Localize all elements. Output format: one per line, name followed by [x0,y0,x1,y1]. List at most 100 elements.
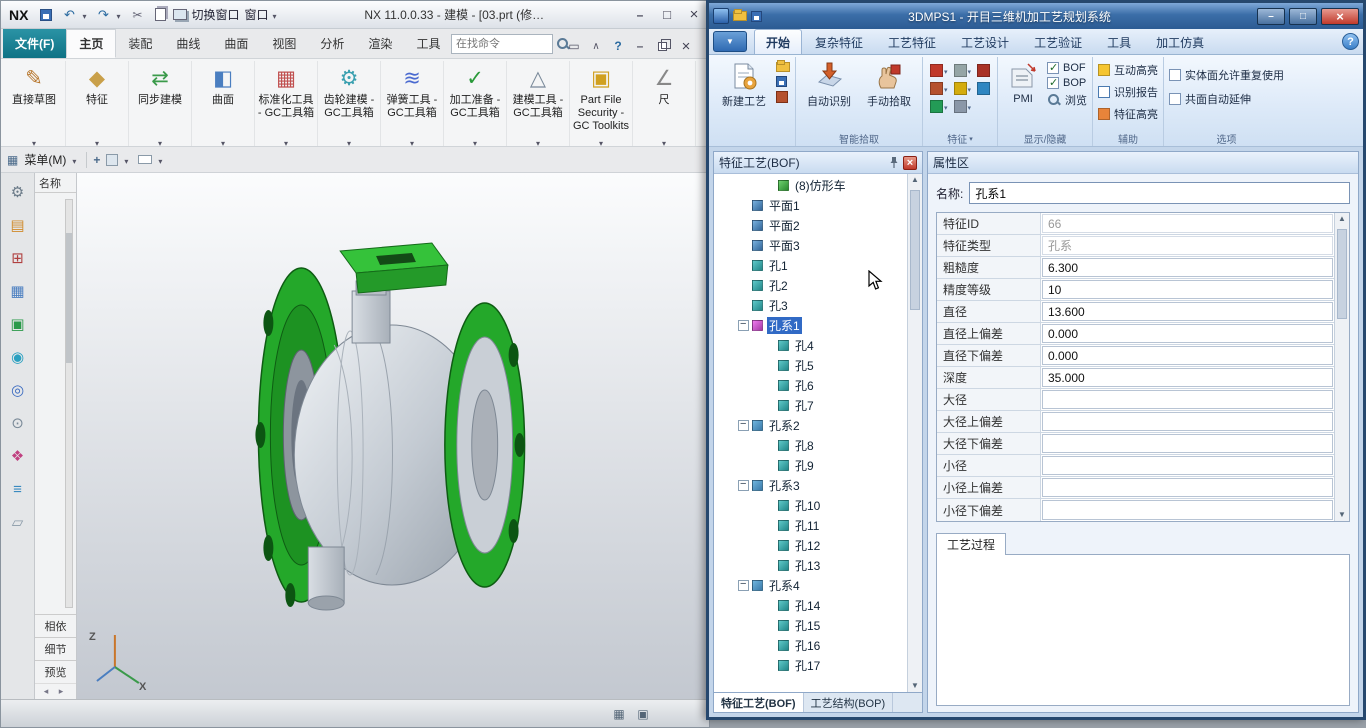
bof-panel-tab[interactable]: 工艺结构(BOP) [804,693,894,712]
property-value[interactable]: 孔系 [1042,236,1333,255]
checkbox-icon[interactable] [1047,77,1059,89]
tree-item[interactable]: 孔6 [714,375,907,395]
feature-pencil-tool[interactable] [930,63,948,77]
nx-minimize-button[interactable] [628,5,652,25]
document-close-button[interactable] [674,36,698,56]
tree-item[interactable]: 孔17 [714,655,907,675]
export-icon[interactable] [776,91,788,103]
tree-expander-icon[interactable] [738,580,749,591]
nx-ribbon-tab[interactable]: 渲染 [356,29,404,58]
ribbon-button[interactable]: 同步建模 [129,61,192,146]
dropdown-arrow-icon[interactable] [32,135,36,145]
window-menu-button[interactable]: 窗口 [243,6,269,23]
property-value[interactable]: 0.000 [1042,346,1333,365]
dropdown-arrow-icon[interactable] [410,135,414,145]
ribbon-button[interactable]: 标准化工具 - GC工具箱 [255,61,318,146]
assist-button[interactable]: 互动高亮 [1098,62,1158,78]
document-minimize-button[interactable] [630,36,650,56]
dropdown-arrow-icon[interactable] [473,135,477,145]
feature-name-input[interactable] [969,182,1350,204]
navigator-section[interactable]: 细节 [35,637,76,660]
undo-icon[interactable] [59,5,79,25]
tree-item[interactable]: 孔4 [714,335,907,355]
feature-box-tool[interactable] [954,99,972,113]
undo-dropdown-icon[interactable] [82,8,90,22]
feature-sphere-tool[interactable] [930,81,948,95]
process-tab[interactable]: 工艺过程 [936,533,1006,555]
roles-icon[interactable]: ≡ [7,478,29,500]
bof-panel-tab[interactable]: 特征工艺(BOF) [714,693,804,712]
nx-ribbon-tab[interactable]: 视图 [260,29,308,58]
nx-ribbon-tab[interactable]: 曲线 [164,29,212,58]
toggle-checkbox-row[interactable]: BOP [1047,77,1087,89]
tree-item[interactable]: 孔7 [714,395,907,415]
web-browser-icon[interactable]: ◎ [7,379,29,401]
property-value[interactable]: 13.600 [1042,302,1333,321]
ribbon-button[interactable]: 弹簧工具 - GC工具箱 [381,61,444,146]
dropdown-arrow-icon[interactable] [599,135,603,145]
property-value[interactable] [1042,434,1333,453]
scroll-up-icon[interactable] [911,175,919,185]
new-process-button[interactable]: 新建工艺 [716,59,772,111]
3d-viewport[interactable]: Z X [77,173,709,699]
tree-item[interactable]: 孔14 [714,595,907,615]
dropdown-arrow-icon[interactable] [536,135,540,145]
mps-close-button[interactable] [1321,8,1359,25]
toggle-checkbox-row[interactable]: BOF [1047,62,1087,74]
property-value[interactable]: 66 [1042,214,1333,233]
feature-grid-tool[interactable] [930,99,948,113]
mps-maximize-button[interactable] [1289,8,1317,25]
dropdown-arrow-icon[interactable] [347,135,351,145]
manual-pick-button[interactable]: 手动拾取 [861,59,917,111]
checkbox-icon[interactable] [1169,69,1181,81]
command-search-input[interactable] [451,34,553,54]
dropdown-arrow-icon[interactable] [284,135,288,145]
window-menu-dropdown-icon[interactable] [272,8,280,22]
property-value[interactable]: 35.000 [1042,368,1333,387]
status-grid-icon[interactable] [611,706,627,722]
auto-recognize-button[interactable]: 自动识别 [801,59,857,111]
tree-item[interactable]: 孔15 [714,615,907,635]
process-content-area[interactable] [936,554,1350,706]
tree-item[interactable]: (8)仿形车 [714,175,907,195]
tree-item[interactable]: 孔12 [714,535,907,555]
save-process-icon[interactable] [776,76,787,87]
mps-ribbon-tab[interactable]: 加工仿真 [1144,29,1216,54]
process-studio-icon[interactable]: ❖ [7,445,29,467]
dropdown-arrow-icon[interactable] [95,135,99,145]
dropdown-arrow-icon[interactable] [662,135,666,145]
mps-ribbon-tab[interactable]: 工艺特征 [876,29,948,54]
bof-panel-close-button[interactable] [903,156,917,170]
navigator-body[interactable] [35,193,76,614]
part-navigator-icon[interactable]: ▦ [7,280,29,302]
rectangle-select-icon[interactable] [138,155,152,164]
3d-model[interactable] [77,173,709,699]
tree-item[interactable]: 孔2 [714,275,907,295]
tree-item[interactable]: 平面3 [714,235,907,255]
tree-item[interactable]: 孔5 [714,355,907,375]
ribbon-button[interactable]: 尺 [633,61,696,146]
tree-item[interactable]: 平面1 [714,195,907,215]
minimize-ribbon-icon[interactable] [586,36,606,56]
property-value[interactable] [1042,478,1333,497]
pmi-button[interactable]: PMI [1003,59,1043,107]
open-process-icon[interactable] [776,62,790,72]
roles-gear-icon[interactable]: ⚙ [7,181,29,203]
ribbon-button[interactable]: 齿轮建模 - GC工具箱 [318,61,381,146]
ribbon-button[interactable]: 曲面 [192,61,255,146]
property-value[interactable]: 6.300 [1042,258,1333,277]
property-value[interactable]: 0.000 [1042,324,1333,343]
property-value[interactable] [1042,390,1333,409]
menu-dropdown-icon[interactable] [72,153,80,167]
switch-window-button[interactable]: 切换窗口 [190,6,240,23]
feature-image-tool[interactable] [954,63,972,77]
checkbox-icon[interactable] [1047,62,1059,74]
tree-item[interactable]: 孔13 [714,555,907,575]
assembly-navigator-icon[interactable]: ▤ [7,214,29,236]
nx-ribbon-tab[interactable]: 文件(F) [3,29,66,58]
help-icon[interactable] [608,36,628,56]
tree-item[interactable]: 孔11 [714,515,907,535]
dropdown-arrow-icon[interactable] [158,135,162,145]
hd3d-tools-icon[interactable]: ◉ [7,346,29,368]
mps-minimize-button[interactable] [1257,8,1285,25]
